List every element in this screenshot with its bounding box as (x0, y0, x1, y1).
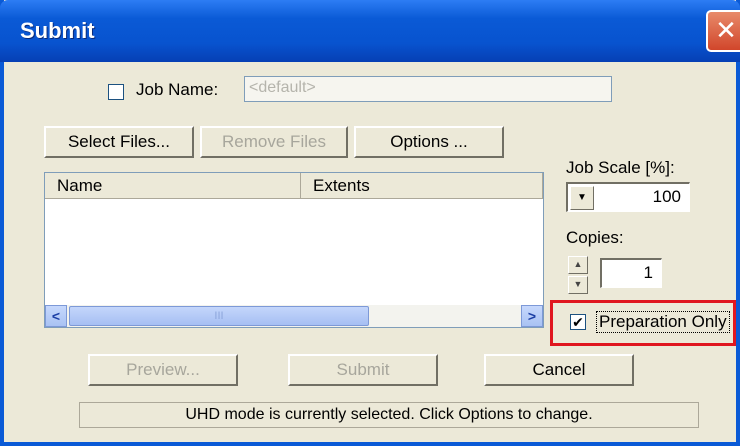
column-header-extents[interactable]: Extents (301, 173, 543, 199)
status-bar: UHD mode is currently selected. Click Op… (79, 402, 699, 428)
horizontal-scrollbar[interactable]: < III > (45, 305, 543, 327)
title-bar: Submit ✕ (0, 0, 740, 62)
job-scale-label: Job Scale [%]: (566, 158, 675, 177)
copies-field[interactable]: 1 (600, 258, 662, 288)
cancel-button[interactable]: Cancel (484, 354, 634, 386)
highlight-box (550, 300, 736, 346)
scroll-left-button[interactable]: < (45, 305, 67, 327)
job-name-checkbox[interactable] (108, 84, 124, 100)
scroll-right-button[interactable]: > (521, 305, 543, 327)
copies-label: Copies: (566, 228, 624, 247)
remove-files-button[interactable]: Remove Files (200, 126, 348, 158)
scroll-thumb[interactable]: III (69, 306, 369, 326)
column-header-name[interactable]: Name (45, 173, 301, 199)
copies-down-button[interactable]: ▼ (568, 276, 588, 294)
job-name-label: Job Name: (136, 80, 219, 99)
preview-button[interactable]: Preview... (88, 354, 238, 386)
close-button[interactable]: ✕ (706, 10, 740, 52)
file-list[interactable]: Name Extents < III > (44, 172, 544, 328)
job-scale-dropdown-button[interactable]: ▼ (570, 186, 594, 210)
copies-up-button[interactable]: ▲ (568, 256, 588, 274)
submit-dialog: Submit ✕ Job Name: <default> Select File… (0, 0, 740, 446)
job-name-field[interactable]: <default> (244, 76, 612, 102)
submit-button[interactable]: Submit (288, 354, 438, 386)
options-button[interactable]: Options ... (354, 126, 504, 158)
select-files-button[interactable]: Select Files... (44, 126, 194, 158)
window-title: Submit (20, 18, 95, 43)
